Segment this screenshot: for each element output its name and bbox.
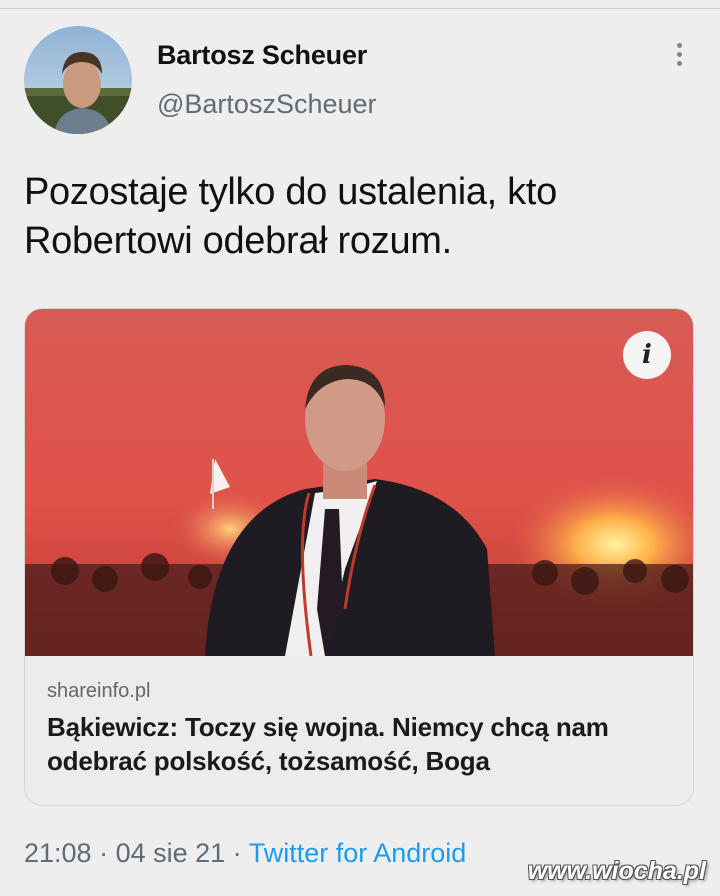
- meta-separator: ·: [225, 838, 249, 868]
- card-image[interactable]: i: [25, 309, 693, 656]
- author-handle[interactable]: @BartoszScheuer: [157, 89, 377, 120]
- avatar[interactable]: [24, 26, 132, 134]
- card-title[interactable]: Bąkiewicz: Toczy się wojna. Niemcy chcą …: [47, 710, 677, 778]
- tweet-time[interactable]: 21:08: [24, 838, 92, 868]
- author-name[interactable]: Bartosz Scheuer: [157, 40, 367, 71]
- tweet-source[interactable]: Twitter for Android: [249, 838, 467, 868]
- meta-separator: ·: [91, 838, 116, 868]
- top-divider: [0, 8, 720, 9]
- card-domain: shareinfo.pl: [47, 680, 151, 702]
- tweet-date[interactable]: 04 sie 21: [116, 838, 226, 868]
- info-icon[interactable]: i: [623, 331, 671, 379]
- watermark: www.wiocha.pl: [527, 857, 706, 885]
- link-card[interactable]: i shareinfo.pl Bąkiewicz: Toczy się wojn…: [24, 308, 694, 806]
- tweet-meta: 21:08 · 04 sie 21 · Twitter for Android: [24, 838, 466, 869]
- tweet-text: Pozostaje tylko do ustalenia, kto Robert…: [24, 171, 557, 262]
- more-options-icon[interactable]: [668, 40, 690, 76]
